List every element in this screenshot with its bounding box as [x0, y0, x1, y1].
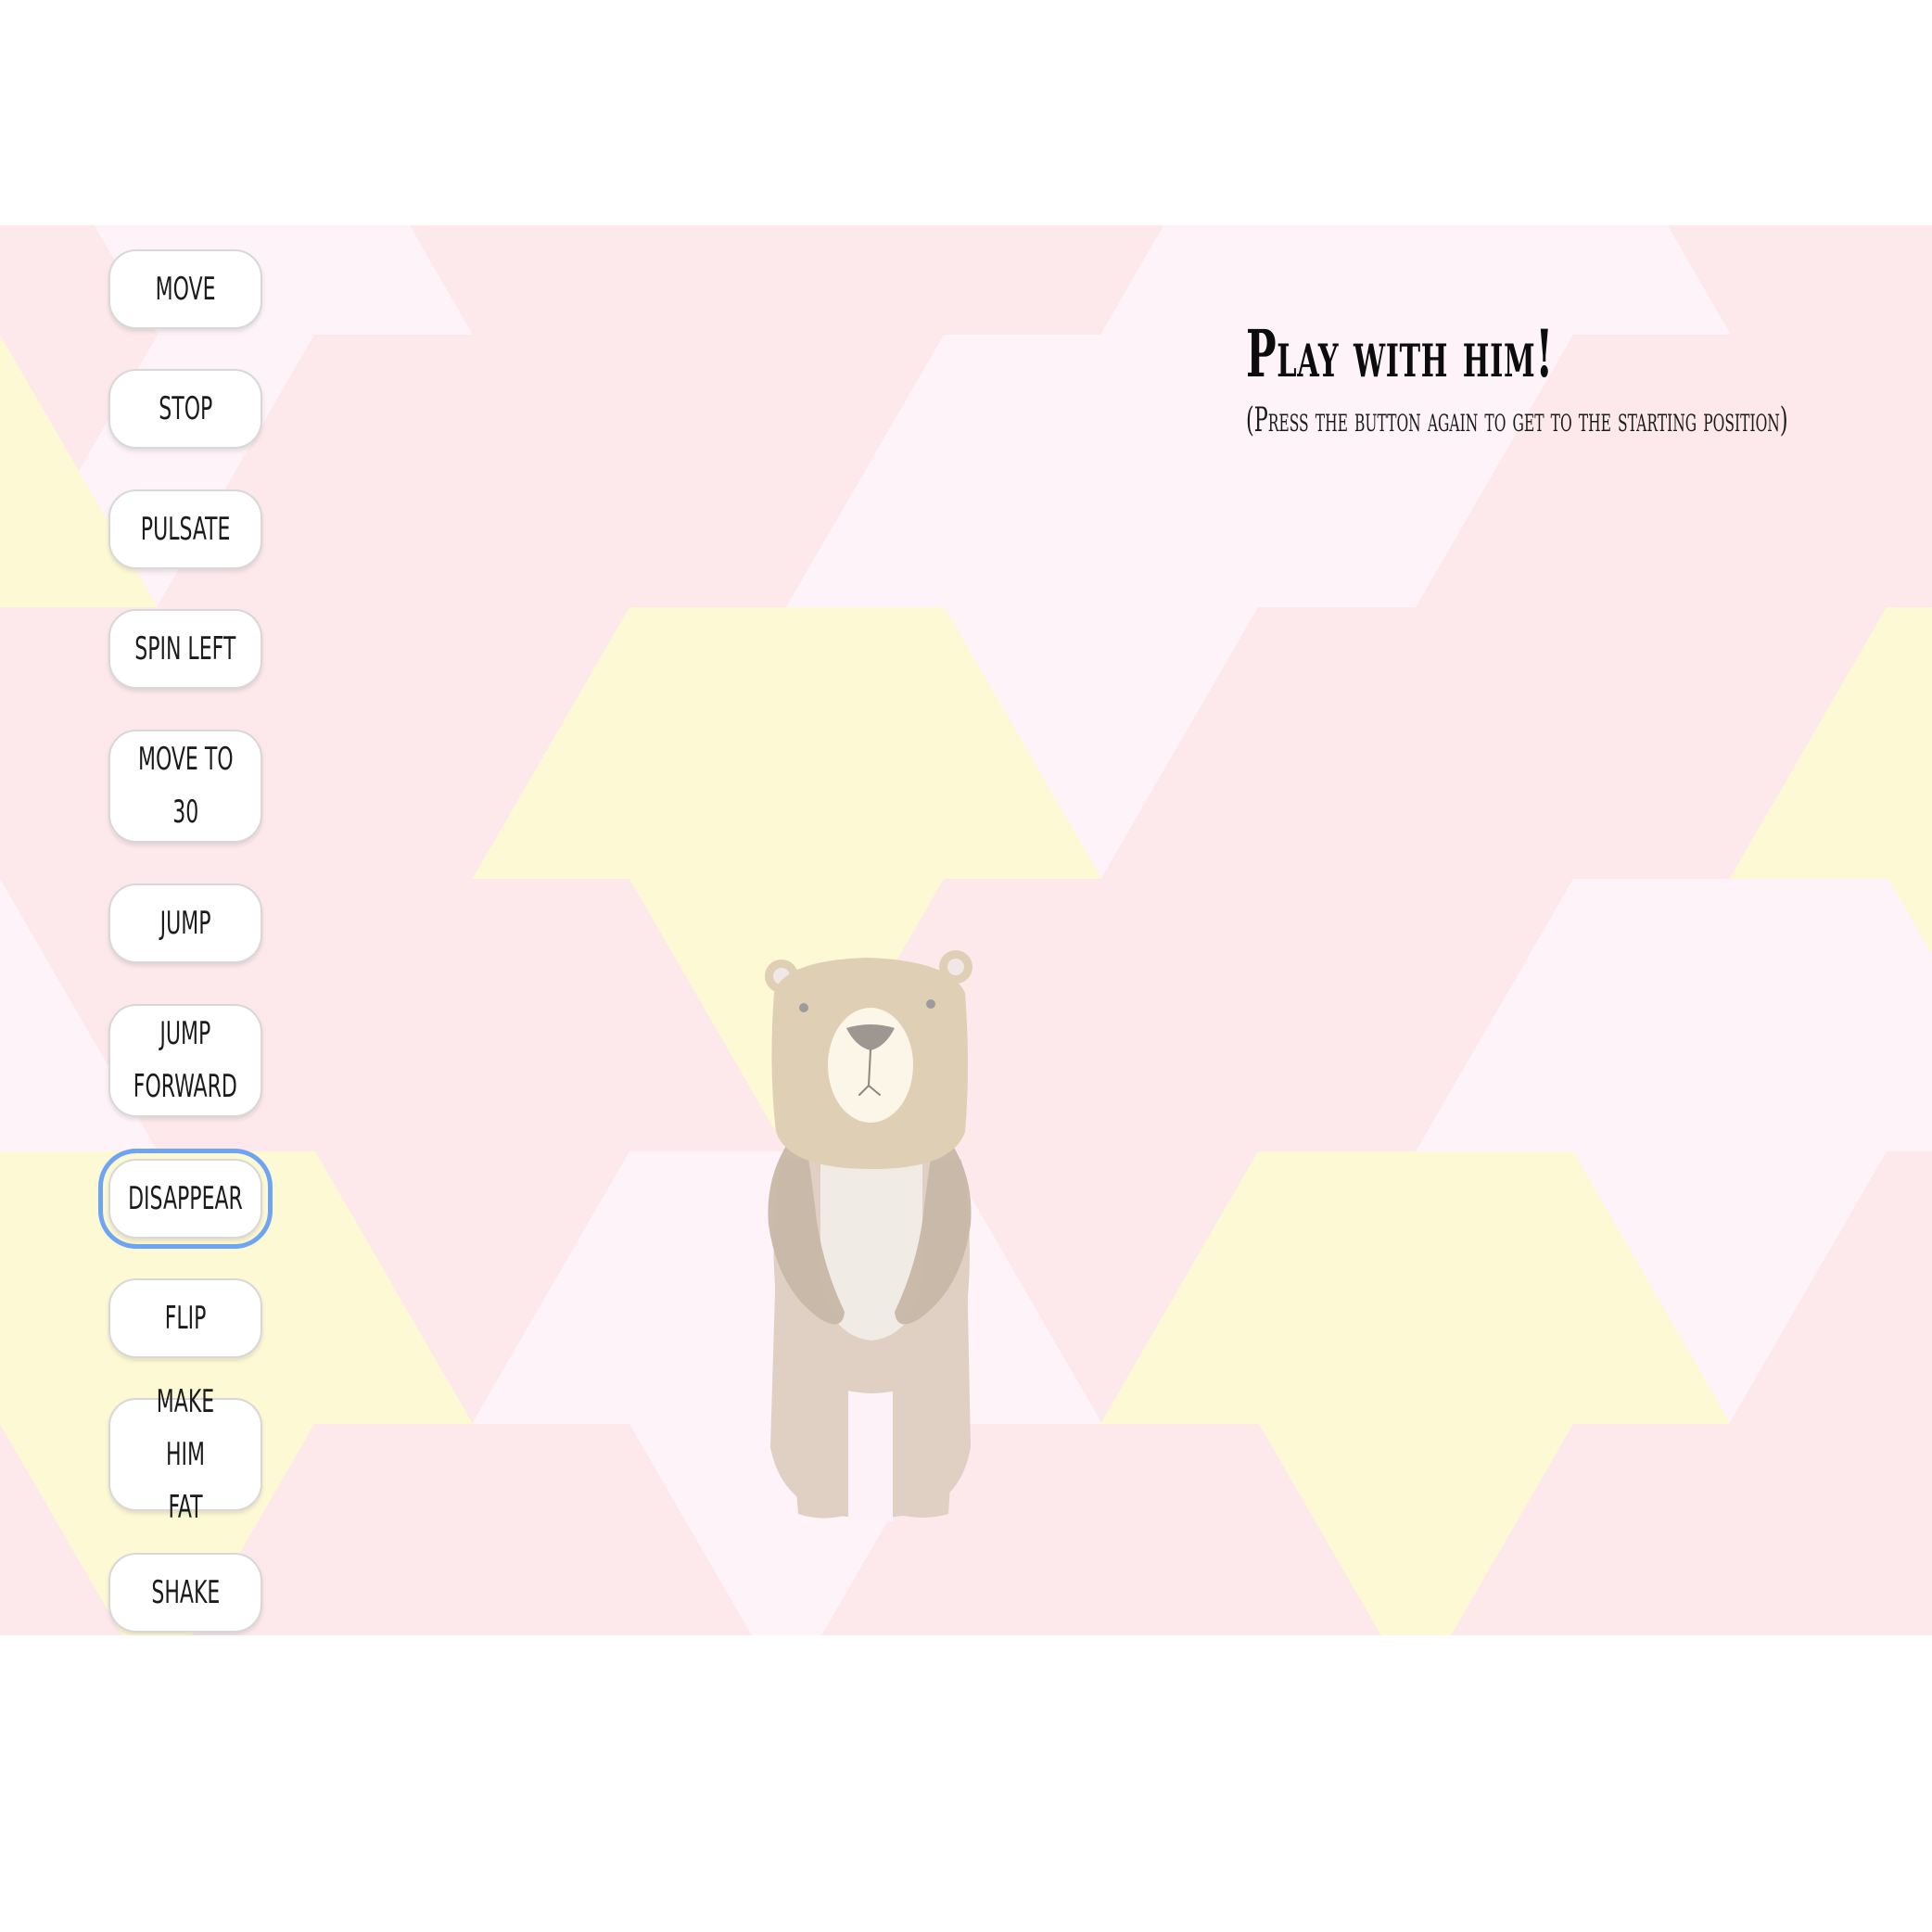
stop-button[interactable]: STOP: [108, 369, 262, 449]
move-to-30-button[interactable]: MOVE TO 30: [108, 730, 262, 843]
bear-eye-left: [799, 1003, 808, 1012]
page-title: Play with him!: [1246, 315, 1554, 392]
bear-illustration: [765, 950, 972, 1521]
flip-button[interactable]: FLIP: [108, 1278, 262, 1358]
page-subtitle: (Press the button again to get to the st…: [1246, 401, 1788, 439]
jump-button[interactable]: JUMP: [108, 883, 262, 963]
spin-left-button[interactable]: SPIN LEFT: [108, 609, 262, 689]
move-button[interactable]: MOVE: [108, 249, 262, 329]
make-him-fat-button[interactable]: MAKE HIM FAT: [108, 1383, 262, 1526]
bear-eye-right: [926, 999, 935, 1009]
disappear-button[interactable]: DISAPPEAR: [98, 1149, 273, 1249]
jump-forward-button[interactable]: JUMP FORWARD: [108, 1004, 262, 1117]
pulsate-button[interactable]: PULSATE: [108, 489, 262, 569]
shake-button[interactable]: SHAKE: [108, 1553, 262, 1633]
